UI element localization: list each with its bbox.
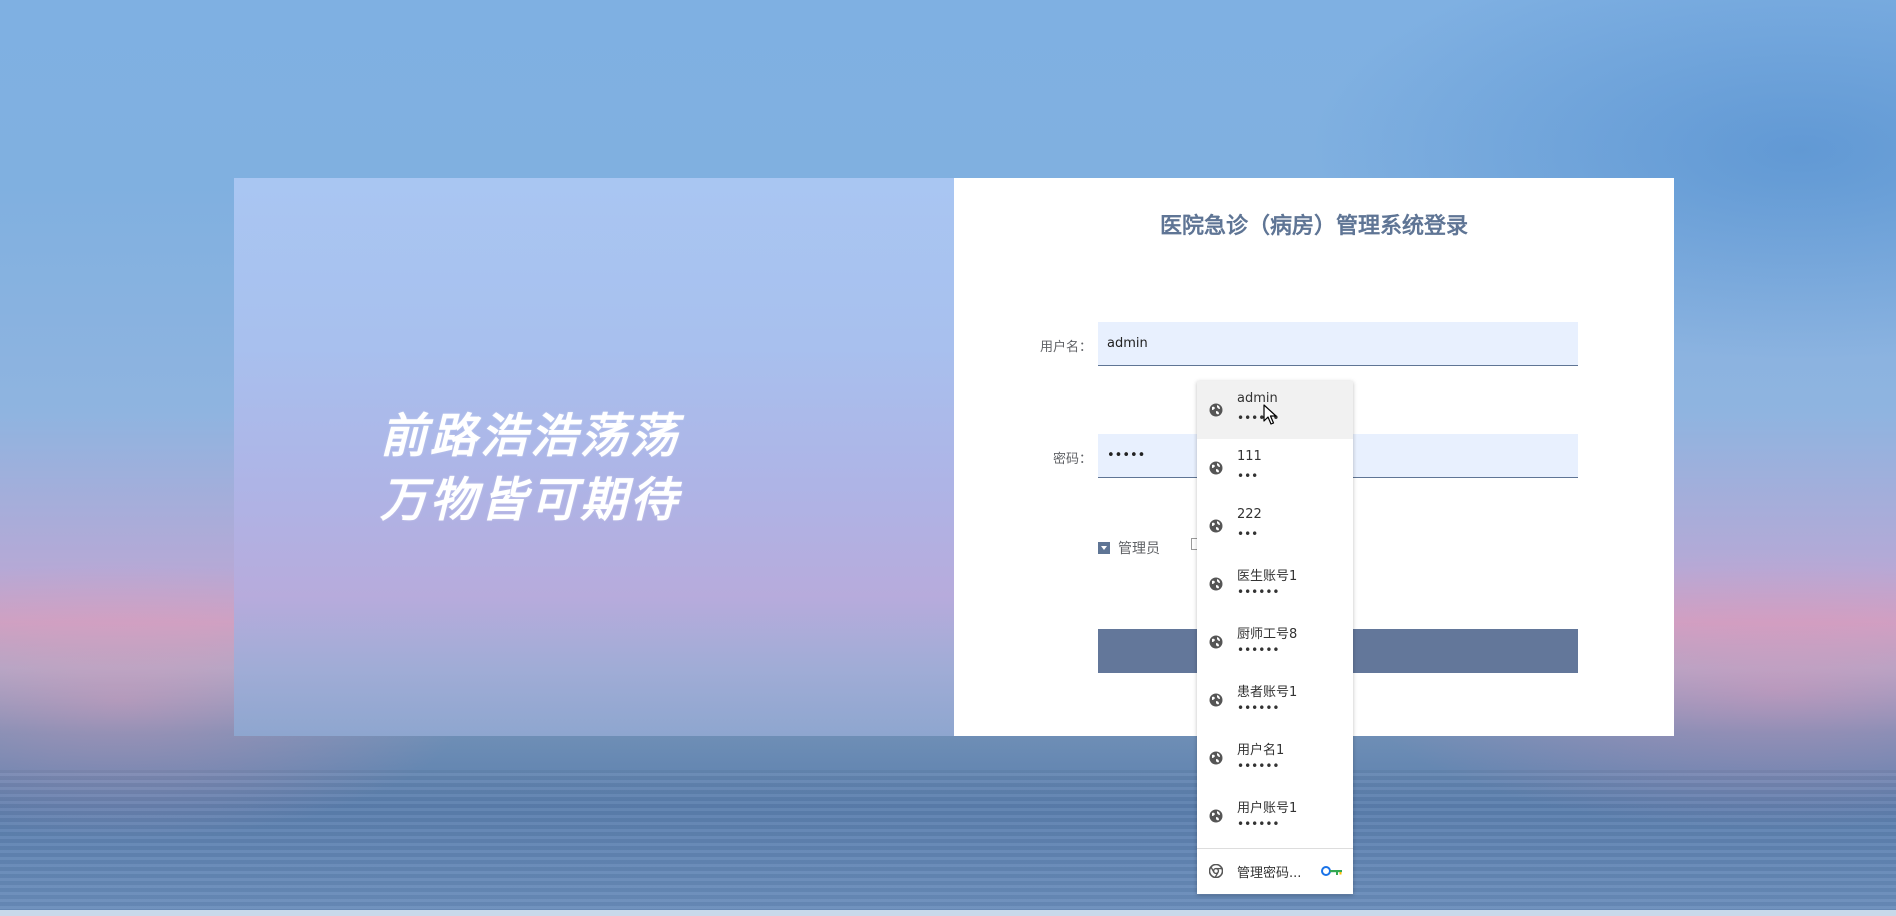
bottom-strip [0,910,1896,916]
page-title: 医院急诊（病房）管理系统登录 [1159,214,1468,239]
mouse-cursor-icon [1263,404,1277,425]
username-label: 用户名： [1039,340,1092,355]
slogan: 前路浩浩荡荡 万物皆可期待 [380,405,840,533]
autofill-password: ••• [1237,469,1259,483]
autofill-username: 111 [1237,449,1262,464]
autofill-item[interactable]: 患者账号1 •••••• [1197,671,1353,729]
globe-icon [1209,809,1223,823]
role-label-admin: 管理员 [1118,541,1160,557]
autofill-password: ••• [1237,527,1259,541]
autofill-item[interactable]: 222 ••• [1197,497,1353,555]
autofill-password: •••••• [1237,701,1280,715]
chrome-icon [1209,864,1223,878]
autofill-username: 医生账号1 [1237,569,1298,584]
manage-passwords-item[interactable]: 管理密码... [1197,849,1353,893]
autofill-password: •••••• [1237,759,1280,773]
autofill-password: •••••• [1237,643,1280,657]
manage-passwords-label: 管理密码... [1237,866,1302,881]
slogan-line-1: 前路浩浩荡荡 [380,409,680,464]
password-autofill-dropdown: admin •••••• 111 ••• 222 ••• 医生账号1 •••••… [1197,381,1353,894]
autofill-item[interactable]: 111 ••• [1197,439,1353,497]
autofill-item[interactable]: 用户账号1 •••••• [1197,787,1353,845]
autofill-username: 厨师工号8 [1237,627,1298,642]
autofill-item[interactable]: 用户名1 •••••• [1197,729,1353,787]
globe-icon [1209,403,1223,417]
key-icon [1321,866,1342,876]
autofill-password: •••••• [1237,585,1280,599]
username-input[interactable] [1098,322,1578,366]
autofill-password: •••••• [1237,817,1280,831]
radio-checked-icon [1098,542,1110,554]
globe-icon [1209,461,1223,475]
autofill-username: 患者账号1 [1237,685,1298,700]
globe-icon [1209,751,1223,765]
role-option-admin[interactable]: 管理员 [1098,538,1160,558]
autofill-username: 用户名1 [1237,743,1285,758]
autofill-username: 222 [1237,507,1262,522]
autofill-item[interactable]: 厨师工号8 •••••• [1197,613,1353,671]
autofill-username: 用户账号1 [1237,801,1298,816]
globe-icon [1209,577,1223,591]
globe-icon [1209,693,1223,707]
autofill-item[interactable]: 医生账号1 •••••• [1197,555,1353,613]
slogan-line-2: 万物皆可期待 [380,473,680,528]
globe-icon [1209,519,1223,533]
globe-icon [1209,635,1223,649]
password-label: 密码： [1052,452,1092,467]
